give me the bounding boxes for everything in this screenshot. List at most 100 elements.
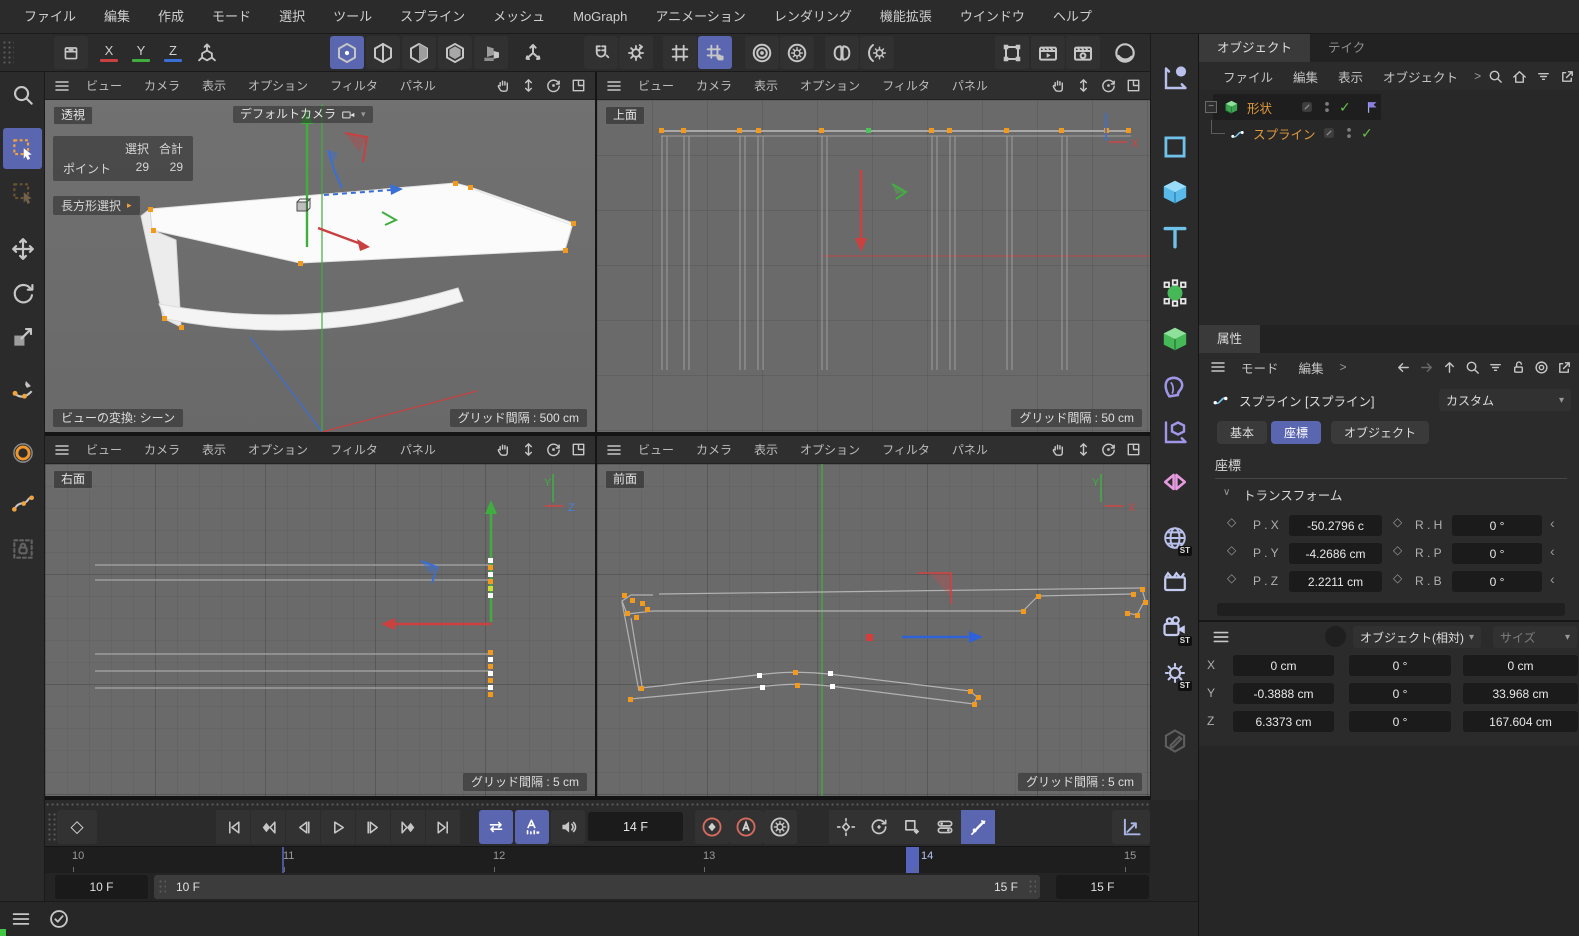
next-frame-button[interactable] [356,810,390,844]
snap-settings-button[interactable] [619,36,653,69]
rh-field[interactable]: 0 ° [1452,515,1542,536]
coord-y-pos[interactable]: -0.3888 cm [1233,683,1334,704]
orbit-icon[interactable] [1100,441,1117,458]
edit-toggle-icon[interactable] [1299,99,1315,115]
layer-flag-icon[interactable] [1365,99,1381,115]
keyframe-diamond-icon[interactable]: ◇ [1227,543,1236,557]
am-menu-mode[interactable]: モード [1231,358,1289,377]
coord-x-pos[interactable]: 0 cm [1233,655,1334,676]
tab-attributes[interactable]: 属性 [1199,325,1261,353]
spline-pen-tool[interactable] [3,368,42,409]
render-view-button[interactable] [745,36,779,69]
render-region-button[interactable] [780,36,814,69]
coord-x-rot[interactable]: 0 ° [1349,655,1451,676]
vp-menu-view[interactable]: ビュー [75,441,133,458]
coord-x-scale[interactable]: 0 cm [1463,655,1578,676]
record-keyframe-button[interactable] [695,810,729,844]
lock-z-button[interactable]: Z [158,36,188,69]
keyframe-diamond-icon[interactable]: ◇ [1393,571,1402,585]
play-sound-button[interactable] [515,810,549,844]
search-icon[interactable] [1487,68,1504,85]
mode-model-button[interactable] [438,36,472,69]
px-field[interactable]: -50.2796 c [1289,515,1382,536]
menu-edit[interactable]: 編集 [90,0,144,34]
spline-smooth-tool[interactable] [3,484,42,525]
tab-coordinates[interactable]: 座標 [1271,421,1322,444]
symmetry-settings-button[interactable] [860,36,894,69]
render-settings-button[interactable] [1066,36,1100,69]
spinner-icon[interactable]: ‹ [1550,571,1555,587]
viewport-front[interactable]: ビュー カメラ 表示 オプション フィルタ パネル Y X 前面 グリッド間隔 … [597,436,1150,796]
orbit-icon[interactable] [1100,77,1117,94]
perspective-canvas[interactable]: 透視 デフォルトカメラ ▾ 選択 合計 ポイント 29 29 長方形選択 ▸ ビューの… [45,100,595,432]
export-icon[interactable] [1556,359,1573,376]
menu-overflow-icon[interactable]: > [1334,360,1353,374]
current-frame-field[interactable]: 14 F [588,812,683,841]
key-rotation-button[interactable] [862,810,896,844]
hamburger-icon[interactable] [53,77,71,95]
keyframe-diamond-icon[interactable]: ◇ [1227,515,1236,529]
menu-window[interactable]: ウインドウ [946,0,1039,34]
dolly-icon[interactable] [1075,77,1092,94]
mode-edges-button[interactable] [366,36,400,69]
snap-button[interactable] [584,36,618,69]
mute-button[interactable] [551,810,585,844]
collapse-toggle[interactable]: − [1205,101,1217,113]
pan-hand-icon[interactable] [495,441,512,458]
rb-field[interactable]: 0 ° [1452,571,1542,592]
transform-group-title[interactable]: トランスフォーム [1243,485,1342,504]
axis-gizmo[interactable] [855,170,908,252]
vp-menu-camera[interactable]: カメラ [685,441,743,458]
axis-tool-button[interactable] [516,36,550,69]
render-to-picture-viewer-button[interactable] [1031,36,1065,69]
vp-menu-view[interactable]: ビュー [627,77,685,94]
target-icon[interactable] [1533,359,1550,376]
chevron-down-icon[interactable]: ∨ [1223,487,1230,498]
coord-z-pos[interactable]: 6.3373 cm [1233,711,1334,732]
timeline-grip[interactable] [47,812,56,842]
viewport-perspective[interactable]: ビュー カメラ 表示 オプション フィルタ パネル 透視 デフォルトカメラ ▾ … [45,72,595,432]
vp-menu-options[interactable]: オプション [237,77,319,94]
apply-dot[interactable] [1325,626,1346,647]
om-menu-view[interactable]: 表示 [1328,67,1373,86]
spinner-icon[interactable]: ‹ [1550,515,1555,531]
playhead[interactable] [906,847,919,874]
live-selection-tool[interactable] [3,172,42,213]
range-start-field[interactable]: 10 F [55,875,148,899]
vp-menu-panel[interactable]: パネル [941,441,999,458]
search-icon[interactable] [1464,359,1481,376]
vp-menu-options[interactable]: オプション [789,77,871,94]
mode-polygons-button[interactable] [402,36,436,69]
lock-y-button[interactable]: Y [126,36,156,69]
dolly-icon[interactable] [520,441,537,458]
vp-menu-display[interactable]: 表示 [191,441,237,458]
open-timeline-button[interactable] [1112,810,1150,844]
tab-basic[interactable]: 基本 [1217,421,1268,444]
workplane-button[interactable] [995,36,1029,69]
vp-menu-filter[interactable]: フィルタ [871,77,941,94]
goto-start-button[interactable] [216,810,250,844]
edit-toggle-icon[interactable] [1321,125,1337,141]
enabled-check-icon[interactable]: ✓ [1339,99,1351,116]
home-icon[interactable] [1511,68,1528,85]
camera-selector[interactable]: デフォルトカメラ ▾ [233,106,373,123]
object-row-spline[interactable]: スプライン ✓ [1199,120,1579,146]
vp-menu-filter[interactable]: フィルタ [319,441,389,458]
forward-arrow-icon[interactable] [1418,359,1435,376]
range-end-field[interactable]: 15 F [1056,875,1149,899]
sky-object-button[interactable]: ST [1155,517,1195,559]
coord-z-scale[interactable]: 167.604 cm [1463,711,1578,732]
viewport-label[interactable]: 右面 [53,470,94,489]
vp-menu-panel[interactable]: パネル [389,77,447,94]
vp-menu-panel[interactable]: パネル [389,441,447,458]
mode-object-button[interactable] [474,36,508,69]
light-object-button[interactable]: ST [1155,652,1195,694]
object-tree[interactable]: − 形状 ✓ スプライン ✓ [1199,90,1579,325]
undo-stack-button[interactable] [54,36,88,69]
menu-animation[interactable]: アニメーション [641,0,759,34]
loop-mode-button[interactable] [479,810,513,844]
viewport-label[interactable]: 透視 [53,106,94,125]
hamburger-icon[interactable] [53,441,71,459]
coord-y-scale[interactable]: 33.968 cm [1463,683,1578,704]
keying-settings-button[interactable] [763,810,797,844]
